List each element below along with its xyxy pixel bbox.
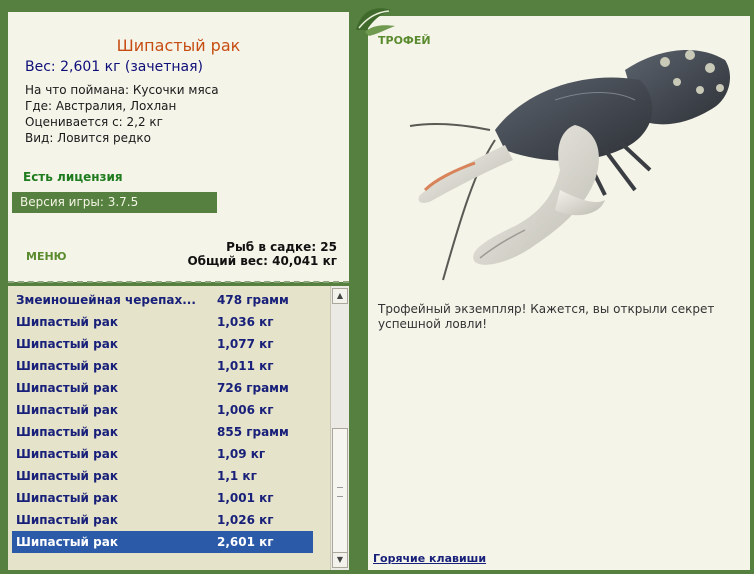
scroll-down-arrow-icon[interactable]: ▼: [332, 552, 348, 568]
fish-title: Шипастый рак: [116, 36, 241, 55]
list-item-name: Змеиношейная черепах...: [16, 293, 196, 307]
scroll-up-arrow-icon[interactable]: ▲: [332, 288, 348, 304]
list-item-weight: 1,077 кг: [217, 337, 274, 351]
fish-weight: Вес: 2,601 кг (зачетная): [25, 59, 204, 75]
list-item-weight: 726 грамм: [217, 381, 289, 395]
list-item-weight: 1,011 кг: [217, 359, 274, 373]
value-info: Оценивается с: 2,2 кг: [25, 115, 163, 129]
list-item-name: Шипастый рак: [16, 403, 118, 417]
list-item-weight: 1,036 кг: [217, 315, 274, 329]
list-item[interactable]: Шипастый рак 1,026 кг: [12, 509, 313, 531]
catch-list[interactable]: Змеиношейная черепах... 478 грамм Шипасты…: [8, 286, 330, 570]
scroll-thumb[interactable]: [332, 428, 348, 554]
list-item-name: Шипастый рак: [16, 491, 118, 505]
divider: [8, 281, 349, 283]
list-item-weight: 1,001 кг: [217, 491, 274, 505]
list-item-name: Шипастый рак: [16, 359, 118, 373]
trophy-message: Трофейный экземпляр! Кажется, вы открыли…: [378, 302, 715, 331]
list-item-name: Шипастый рак: [16, 513, 118, 527]
hotkeys-link[interactable]: Горячие клавиши: [373, 552, 486, 565]
list-item[interactable]: Шипастый рак 1,1 кг: [12, 465, 313, 487]
list-item-name: Шипастый рак: [16, 337, 118, 351]
list-item[interactable]: Змеиношейная черепах... 478 грамм: [12, 289, 313, 311]
list-item[interactable]: Шипастый рак 1,09 кг: [12, 443, 313, 465]
list-item-name: Шипастый рак: [16, 381, 118, 395]
license-status: Есть лицензия: [23, 170, 123, 184]
list-item[interactable]: Шипастый рак 855 грамм: [12, 421, 313, 443]
list-item[interactable]: Шипастый рак 1,036 кг: [12, 311, 313, 333]
list-item-weight: 855 грамм: [217, 425, 289, 439]
list-item[interactable]: Шипастый рак 1,006 кг: [12, 399, 313, 421]
list-item-name: Шипастый рак: [16, 535, 118, 549]
list-item[interactable]: Шипастый рак 726 грамм: [12, 377, 313, 399]
list-scrollbar[interactable]: ▲ ▼: [330, 286, 349, 570]
location-info: Где: Австралия, Лохлан: [25, 99, 177, 113]
bait-info: На что поймана: Кусочки мяса: [25, 83, 219, 97]
list-item-weight: 478 грамм: [217, 293, 289, 307]
list-item-name: Шипастый рак: [16, 425, 118, 439]
crayfish-trophy-image: [409, 49, 730, 281]
list-item[interactable]: Шипастый рак 1,011 кг: [12, 355, 313, 377]
grip-icon: [337, 487, 343, 497]
list-item-selected[interactable]: Шипастый рак 2,601 кг: [12, 531, 313, 553]
list-item-weight: 2,601 кг: [217, 535, 274, 549]
list-item-weight: 1,026 кг: [217, 513, 274, 527]
fish-count: Рыб в садке: 25: [226, 240, 337, 254]
fish-info-panel: Шипастый рак Вес: 2,601 кг (зачетная) На…: [8, 12, 349, 282]
game-version: Версия игры: 3.7.5: [12, 192, 217, 213]
list-item-weight: 1,1 кг: [217, 469, 257, 483]
list-item-name: Шипастый рак: [16, 469, 118, 483]
total-weight: Общий вес: 40,041 кг: [187, 254, 337, 268]
list-item-weight: 1,006 кг: [217, 403, 274, 417]
list-item[interactable]: Шипастый рак 1,077 кг: [12, 333, 313, 355]
list-item-weight: 1,09 кг: [217, 447, 266, 461]
list-item-name: Шипастый рак: [16, 315, 118, 329]
kind-info: Вид: Ловится редко: [25, 131, 151, 145]
list-item[interactable]: Шипастый рак 1,001 кг: [12, 487, 313, 509]
list-item-name: Шипастый рак: [16, 447, 118, 461]
leaf-ornament-icon: [356, 8, 395, 36]
menu-button[interactable]: МЕНЮ: [26, 250, 67, 263]
